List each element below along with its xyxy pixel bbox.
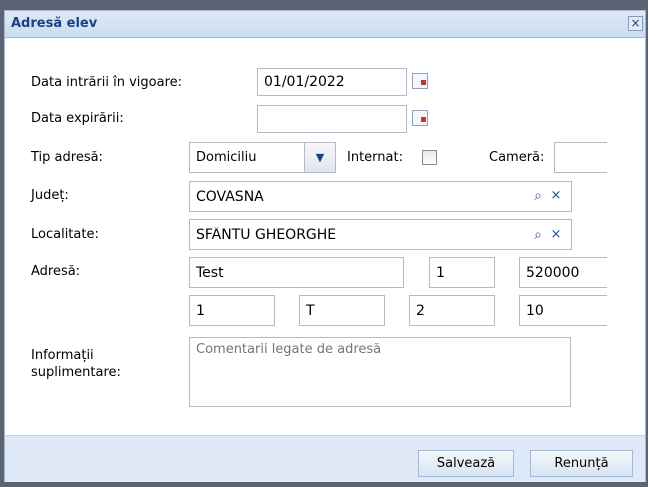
info-label-line2: suplimentare:: [31, 365, 121, 380]
start-date-label: Data intrării în vigoare:: [31, 75, 183, 90]
save-button[interactable]: Salvează: [418, 450, 514, 477]
postal-code-input[interactable]: [519, 257, 607, 288]
block-input[interactable]: [189, 295, 275, 326]
expiry-date-label: Data expirării:: [31, 111, 124, 126]
internat-checkbox[interactable]: [422, 150, 437, 165]
close-icon: ×: [630, 16, 641, 30]
start-date-input[interactable]: [257, 68, 407, 96]
clear-icon[interactable]: ×: [549, 188, 563, 204]
room-label: Cameră:: [489, 150, 545, 165]
cancel-button[interactable]: Renunță: [530, 450, 633, 477]
dialog-footer: Salvează Renunță: [5, 435, 645, 482]
apartment-input[interactable]: [519, 295, 607, 326]
chevron-down-icon[interactable]: ▼: [304, 143, 335, 172]
staircase-input[interactable]: [299, 295, 385, 326]
street-input[interactable]: [189, 257, 404, 288]
calendar-icon[interactable]: [412, 73, 428, 89]
address-type-value: Domiciliu: [196, 150, 257, 165]
address-type-select[interactable]: Domiciliu ▼: [189, 142, 336, 173]
county-input[interactable]: [189, 181, 572, 212]
county-label: Județ:: [31, 188, 69, 203]
expiry-date-input[interactable]: [257, 105, 407, 133]
address-dialog: Adresă elev × Data intrării în vigoare: …: [4, 10, 646, 482]
info-textarea[interactable]: [189, 337, 571, 407]
locality-input[interactable]: [189, 219, 572, 250]
internat-label: Internat:: [347, 150, 403, 165]
info-label-line1: Informații: [31, 348, 94, 363]
search-icon[interactable]: ⌕: [530, 188, 546, 204]
room-input[interactable]: [554, 142, 607, 173]
dialog-title: Adresă elev: [11, 16, 98, 31]
dialog-body: Data intrării în vigoare: Data expirării…: [17, 45, 607, 435]
address-type-label: Tip adresă:: [31, 150, 103, 165]
locality-label: Localitate:: [31, 227, 99, 242]
search-icon[interactable]: ⌕: [530, 227, 546, 243]
close-button[interactable]: ×: [628, 16, 643, 31]
calendar-icon[interactable]: [412, 110, 428, 126]
address-label: Adresă:: [31, 264, 81, 279]
dialog-titlebar: Adresă elev ×: [5, 11, 645, 38]
clear-icon[interactable]: ×: [549, 227, 563, 243]
floor-input[interactable]: [409, 295, 495, 326]
street-number-input[interactable]: [429, 257, 495, 288]
